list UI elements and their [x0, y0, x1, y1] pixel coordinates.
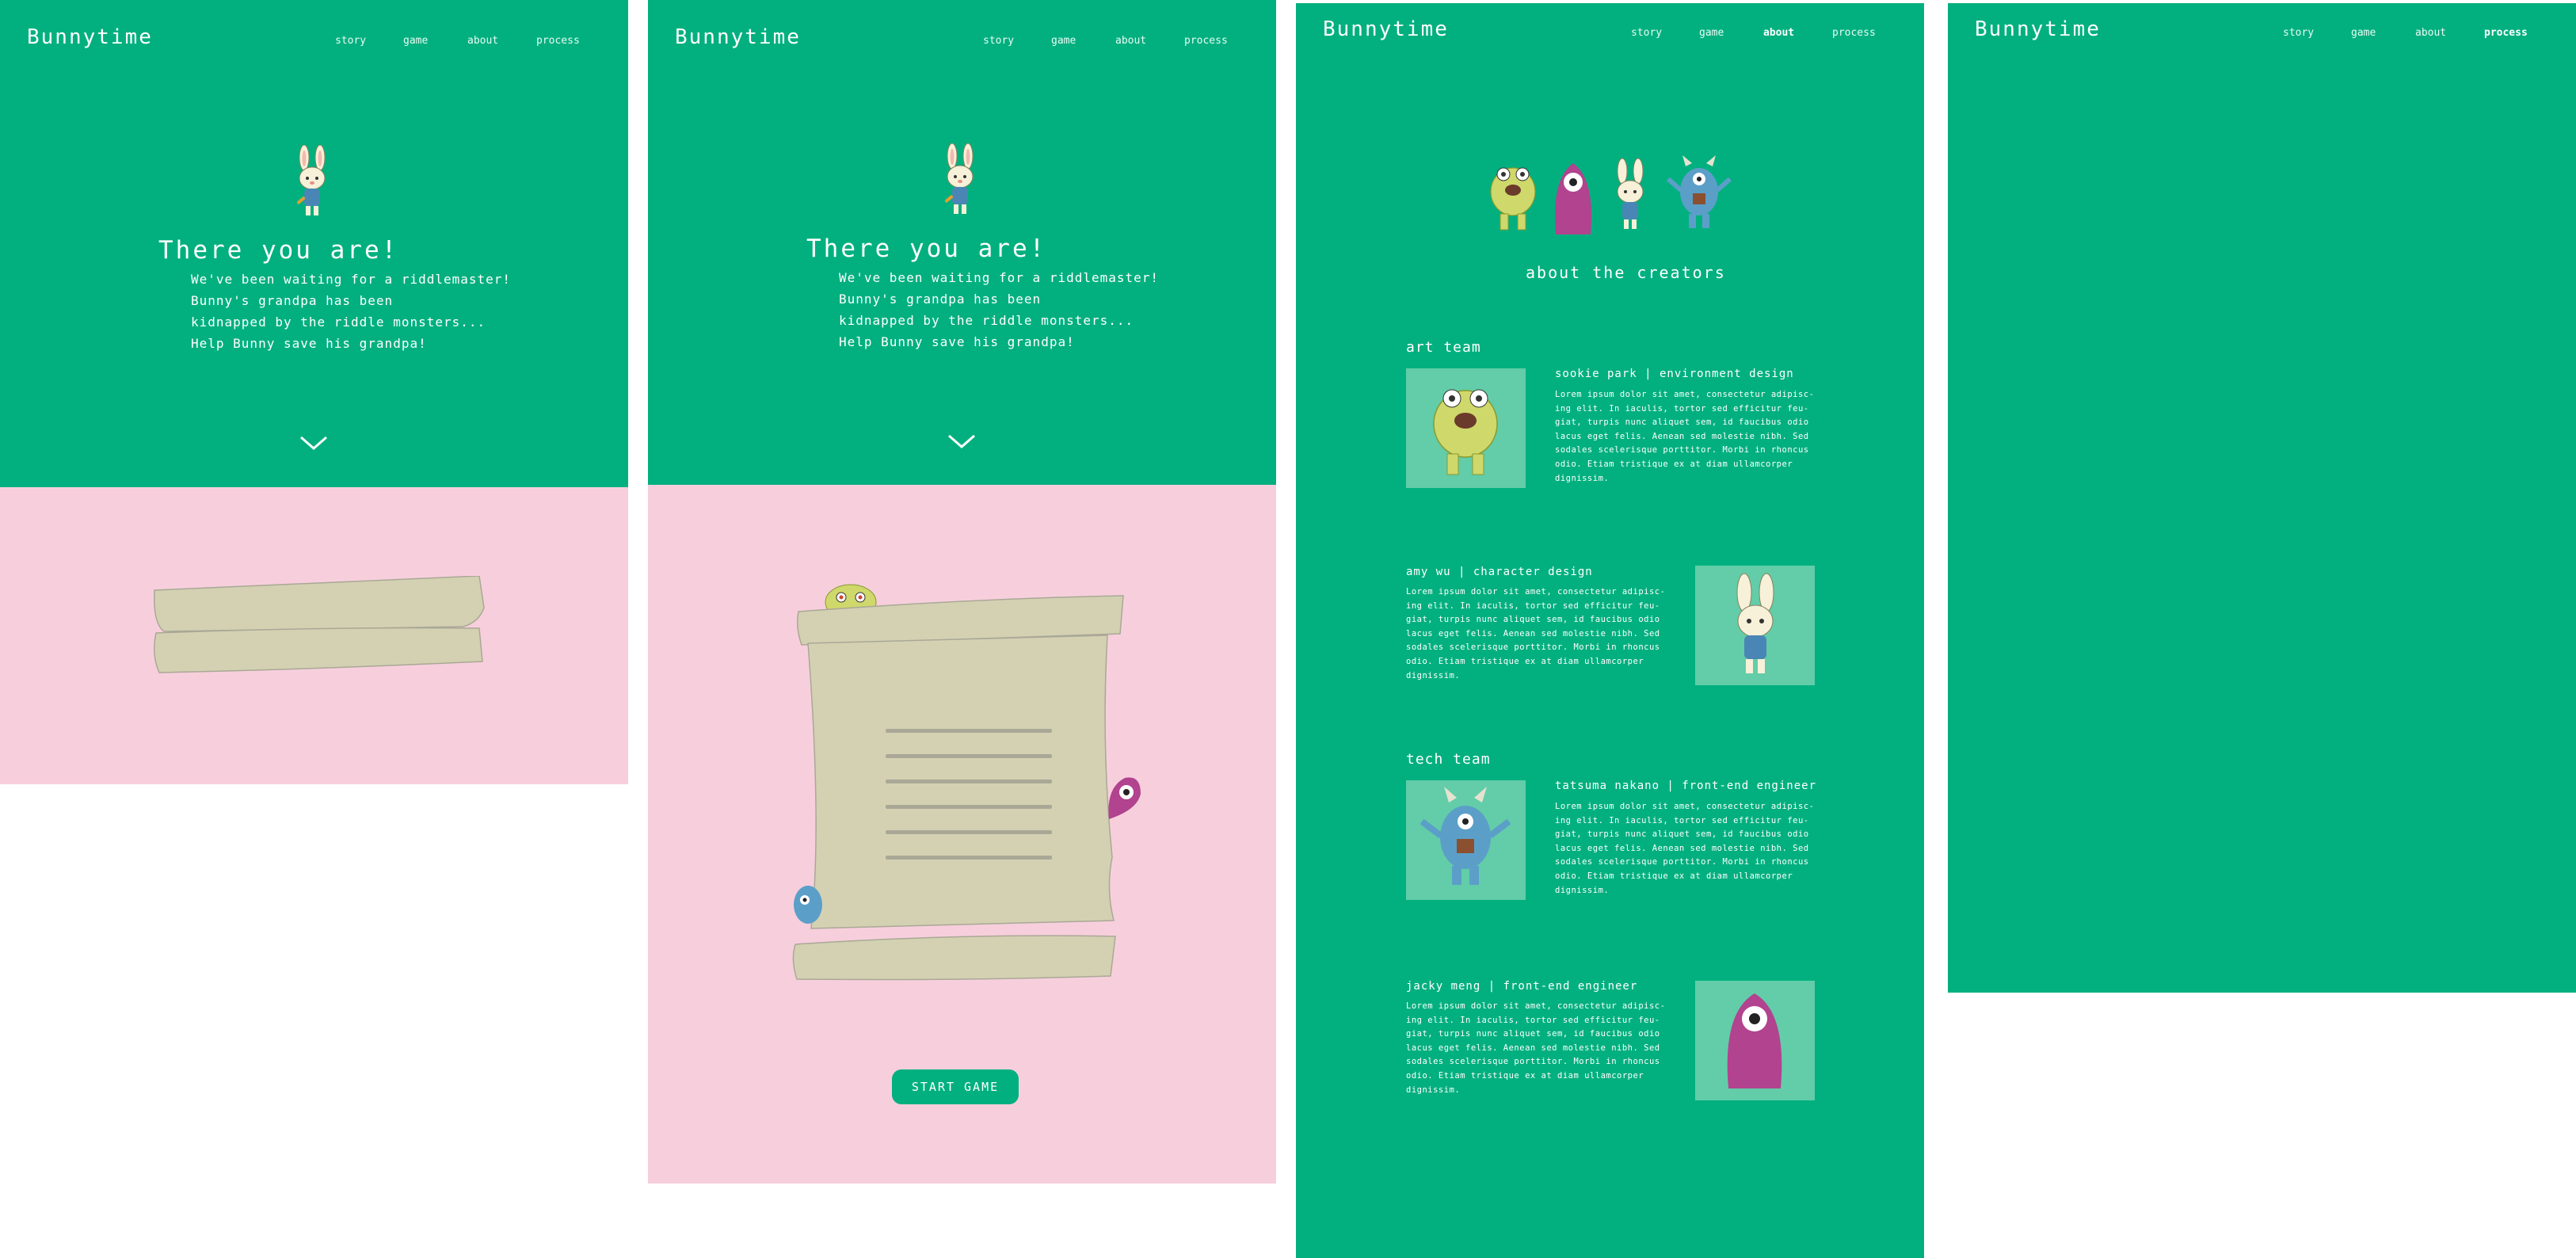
member-name: tatsuma nakano | front-end engineer [1555, 780, 1817, 792]
story-line: Help Bunny save his grandpa! [191, 336, 427, 351]
story-title: There you are! [158, 236, 399, 265]
story-line: We've been waiting for a riddlemaster! [191, 272, 512, 287]
nav-story[interactable]: story [1631, 27, 1662, 39]
game-section: START GAME [648, 485, 1276, 1184]
riddle-line-placeholder [886, 754, 1052, 758]
about-screen: Bunnytime story game about process about… [1296, 3, 1924, 1258]
nav-process[interactable]: process [536, 35, 580, 47]
purple-monster-icon [1727, 993, 1782, 1088]
member-name: sookie park | environment design [1555, 368, 1794, 380]
riddle-line-placeholder [886, 856, 1052, 860]
bunny-character-icon [1736, 573, 1774, 673]
blue-monster-peek-icon [794, 886, 822, 924]
nav-process[interactable]: process [1184, 35, 1228, 47]
bunny-character-icon [944, 143, 974, 214]
member-bio: Lorem ipsum dolor sit amet, consectetur … [1555, 802, 1815, 895]
tech-team-label: tech team [1406, 751, 1491, 768]
story-line: kidnapped by the riddle monsters... [839, 313, 1134, 328]
story-screen: Bunnytime story game about process There… [0, 0, 628, 487]
member-bio: Lorem ipsum dolor sit amet, consectetur … [1406, 1001, 1666, 1095]
logo[interactable]: Bunnytime [1323, 17, 1449, 41]
nav-game[interactable]: game [2351, 27, 2376, 39]
yellow-monster-icon [1433, 389, 1498, 475]
nav-game[interactable]: game [1699, 27, 1724, 39]
logo[interactable]: Bunnytime [1975, 17, 2101, 41]
scroll-closed-icon [154, 576, 485, 673]
story-line: We've been waiting for a riddlemaster! [839, 270, 1160, 285]
riddle-line-placeholder [886, 780, 1052, 783]
blue-monster-icon [1419, 787, 1511, 885]
nav-story[interactable]: story [983, 35, 1014, 47]
start-game-button[interactable]: START GAME [892, 1069, 1019, 1104]
story-line: Help Bunny save his grandpa! [839, 334, 1075, 349]
avatar [1406, 368, 1526, 488]
avatar [1695, 566, 1815, 685]
nav-game[interactable]: game [1051, 35, 1076, 47]
scroll-section [0, 487, 628, 784]
game-intro-screen: Bunnytime story game about process There… [648, 0, 1276, 485]
avatar [1406, 780, 1526, 900]
art-team-label: art team [1406, 339, 1481, 356]
logo[interactable]: Bunnytime [675, 25, 801, 49]
nav-about[interactable]: about [2415, 27, 2446, 39]
nav-process[interactable]: process [1832, 27, 1876, 39]
nav-about[interactable]: about [1115, 35, 1146, 47]
chevron-down-icon[interactable] [947, 433, 977, 450]
nav-about[interactable]: about [1763, 27, 1794, 39]
member-name: amy wu | character design [1406, 566, 1593, 578]
member-bio: Lorem ipsum dolor sit amet, consectetur … [1555, 390, 1815, 483]
story-line: Bunny's grandpa has been [191, 293, 394, 308]
story-line: kidnapped by the riddle monsters... [191, 314, 486, 330]
bunny-character-icon [1617, 158, 1644, 229]
riddle-line-placeholder [886, 830, 1052, 834]
purple-monster-icon [1554, 163, 1592, 234]
riddle-line-placeholder [886, 805, 1052, 809]
chevron-down-icon[interactable] [299, 434, 329, 452]
member-name: jacky meng | front-end engineer [1406, 980, 1638, 993]
bunny-character-icon [296, 145, 326, 215]
nav-story[interactable]: story [335, 35, 366, 47]
blue-monster-icon [1667, 155, 1732, 228]
nav-story[interactable]: story [2283, 27, 2314, 39]
story-title: There you are! [806, 234, 1047, 263]
member-bio: Lorem ipsum dolor sit amet, consectetur … [1406, 587, 1666, 680]
yellow-monster-icon [1490, 167, 1536, 231]
process-screen: Bunnytime story game about process [1948, 3, 2576, 993]
about-heading: about the creators [1526, 263, 1726, 282]
riddle-line-placeholder [886, 729, 1052, 733]
avatar [1695, 981, 1815, 1100]
story-line: Bunny's grandpa has been [839, 292, 1042, 307]
nav-about[interactable]: about [467, 35, 498, 47]
nav-process[interactable]: process [2484, 27, 2528, 39]
purple-monster-peek-icon [1108, 777, 1141, 819]
logo[interactable]: Bunnytime [27, 25, 153, 49]
open-scroll-icon [792, 595, 1124, 981]
nav-game[interactable]: game [403, 35, 428, 47]
